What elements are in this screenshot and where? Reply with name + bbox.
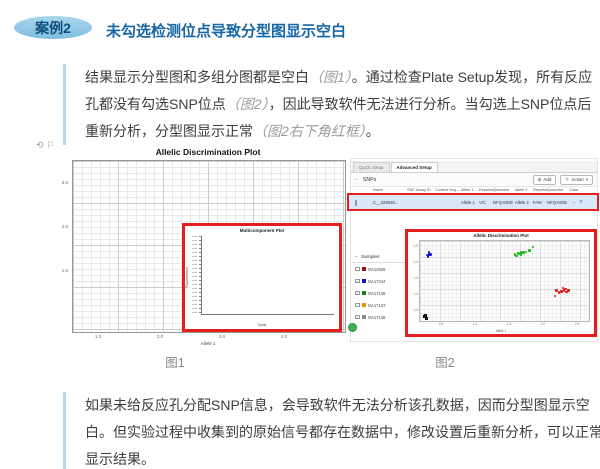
y-tick-label: 0.5 bbox=[410, 308, 418, 312]
sample-checkbox[interactable] bbox=[355, 267, 360, 272]
y-tick-label: 2.5 bbox=[410, 244, 418, 248]
sample-name: NA17136 bbox=[368, 291, 385, 296]
remove-icon[interactable]: ✕ bbox=[579, 199, 587, 205]
x-tick-label: 3.0 bbox=[216, 334, 228, 339]
sample-name: NA17137 bbox=[368, 303, 385, 308]
y-tick-label: 1.0 bbox=[52, 268, 68, 273]
add-button[interactable]: ⊞ Add bbox=[533, 175, 557, 185]
samples-panel-title: Samples bbox=[361, 255, 380, 260]
y-tick-label: 1.0 bbox=[410, 292, 418, 296]
tab-advanced-setup[interactable]: Advanced Setup bbox=[391, 162, 438, 172]
sample-list-item[interactable]: ✓ NA17138 bbox=[351, 311, 405, 323]
figure2-caption: 图2 bbox=[350, 352, 540, 371]
sample-list-item[interactable]: NA17137 bbox=[351, 299, 405, 311]
scatter-plot-area bbox=[419, 240, 590, 322]
case-badge: 案例2 bbox=[14, 16, 92, 39]
snp-table-header: Name SNP Assay ID Context Seq... Allele … bbox=[355, 188, 595, 192]
x-axis-label: Allele 1 bbox=[408, 329, 594, 333]
inset-y-axis-label: Fluorescence bbox=[185, 267, 189, 288]
figure1-caption: 图1 bbox=[30, 352, 320, 371]
snps-panel-title: SNPs bbox=[363, 177, 376, 183]
sample-name: NA17234 bbox=[368, 279, 385, 284]
article-page: 案例2 未勾选检测位点导致分型图显示空白 结果显示分型图和多组分图都是空白（图1… bbox=[0, 0, 600, 469]
snp-assay-name: C__329048... bbox=[373, 200, 407, 205]
collapse-icon[interactable]: − bbox=[355, 255, 358, 260]
sample-list-item[interactable]: NA12828 bbox=[351, 263, 405, 275]
page-title: 未勾选检测位点导致分型图显示空白 bbox=[106, 20, 346, 41]
multicomponent-inset-redbox: Multicomponent Plot Fluorescence Cycle bbox=[182, 223, 342, 332]
flag-icon[interactable]: ⚐ bbox=[47, 140, 58, 150]
x-tick-label: 1.0 bbox=[470, 322, 480, 326]
sample-color-swatch bbox=[362, 279, 367, 284]
figures-area: ⟲⚐ Allelic Discrimination Plot 3.0 2.0 1… bbox=[0, 138, 600, 378]
collapse-icon[interactable]: − bbox=[355, 177, 358, 183]
inset-x-axis-label: Cycle bbox=[185, 323, 339, 327]
figure2-screenshot: Quick Setup Advanced Setup − SNPs ⊞ Add … bbox=[350, 158, 598, 342]
snp-checkbox-unchecked[interactable] bbox=[355, 200, 357, 206]
sample-checkbox[interactable] bbox=[355, 303, 360, 308]
multicomponent-title: Multicomponent Plot bbox=[185, 228, 339, 233]
figure1-screenshot: ⟲⚐ Allelic Discrimination Plot 3.0 2.0 1… bbox=[30, 138, 350, 370]
sample-name: NA12828 bbox=[368, 267, 385, 272]
multicomponent-plot-empty bbox=[201, 236, 334, 315]
sample-color-swatch bbox=[362, 303, 367, 308]
x-tick-label: 1.5 bbox=[504, 322, 514, 326]
action-icon: ✎ bbox=[565, 177, 569, 183]
x-tick-label: 1.0 bbox=[92, 334, 104, 339]
undo-icon[interactable]: ⟲ bbox=[36, 140, 47, 150]
x-tick-label: 2.5 bbox=[572, 322, 582, 326]
x-tick-label: 2.0 bbox=[538, 322, 548, 326]
add-icon: ⊞ bbox=[538, 177, 542, 183]
snps-toolbar: − SNPs ⊞ Add ✎ Action ▾ bbox=[351, 173, 597, 187]
sample-list-item[interactable]: ✓ NA17136 bbox=[351, 287, 405, 299]
allelic-plot-title: Allelic Discrimination Plot bbox=[72, 147, 344, 157]
sample-checkbox[interactable]: ✓ bbox=[355, 315, 360, 320]
paragraph-conclusion: 如果未给反应孔分配SNP信息，会导致软件无法分析该孔数据，因而分型图显示空白。但… bbox=[63, 392, 600, 469]
scatter-points bbox=[420, 241, 589, 321]
allelic-plot-redbox: Allelic Discrimination Plot 2.5 2.0 1.5 … bbox=[405, 229, 597, 337]
y-tick-label: 2.0 bbox=[52, 224, 68, 229]
x-tick-label: 4.0 bbox=[278, 334, 290, 339]
tab-quick-setup[interactable]: Quick Setup bbox=[353, 162, 390, 172]
allelic-plot2-title: Allelic Discrimination Plot bbox=[408, 233, 594, 238]
inset-y-axis-numbers bbox=[192, 236, 197, 315]
caret-down-icon: ▾ bbox=[586, 177, 588, 183]
green-indicator-icon[interactable] bbox=[348, 323, 357, 332]
y-tick-label: 1.5 bbox=[410, 276, 418, 280]
samples-panel: − Samples NA12828 ✓ NA17234 ✓ NA17136 bbox=[351, 253, 405, 323]
x-axis-label: Allele 1 bbox=[72, 341, 344, 346]
sample-checkbox[interactable]: ✓ bbox=[355, 291, 360, 296]
sample-checkbox[interactable]: ✓ bbox=[355, 279, 360, 284]
sample-color-swatch bbox=[362, 315, 367, 320]
paragraph-intro: 结果显示分型图和多组分图都是空白（图1）。通过检查Plate Setup发现，所… bbox=[63, 64, 600, 145]
sample-color-swatch bbox=[362, 291, 367, 296]
setup-tab-bar: Quick Setup Advanced Setup bbox=[351, 161, 597, 173]
x-tick-label: 2.0 bbox=[154, 334, 166, 339]
sample-name: NA17138 bbox=[368, 315, 385, 320]
snp-table-row-redbox[interactable]: C__329048... Allele 1 VIC NFQ-MGB Allele… bbox=[347, 193, 599, 211]
y-tick-label: 2.0 bbox=[410, 260, 418, 264]
x-tick-label: 0.5 bbox=[436, 322, 446, 326]
sample-list-item[interactable]: ✓ NA17234 bbox=[351, 275, 405, 287]
sample-color-swatch bbox=[362, 267, 367, 272]
y-tick-label: 3.0 bbox=[52, 180, 68, 185]
action-button[interactable]: ✎ Action ▾ bbox=[560, 175, 593, 185]
